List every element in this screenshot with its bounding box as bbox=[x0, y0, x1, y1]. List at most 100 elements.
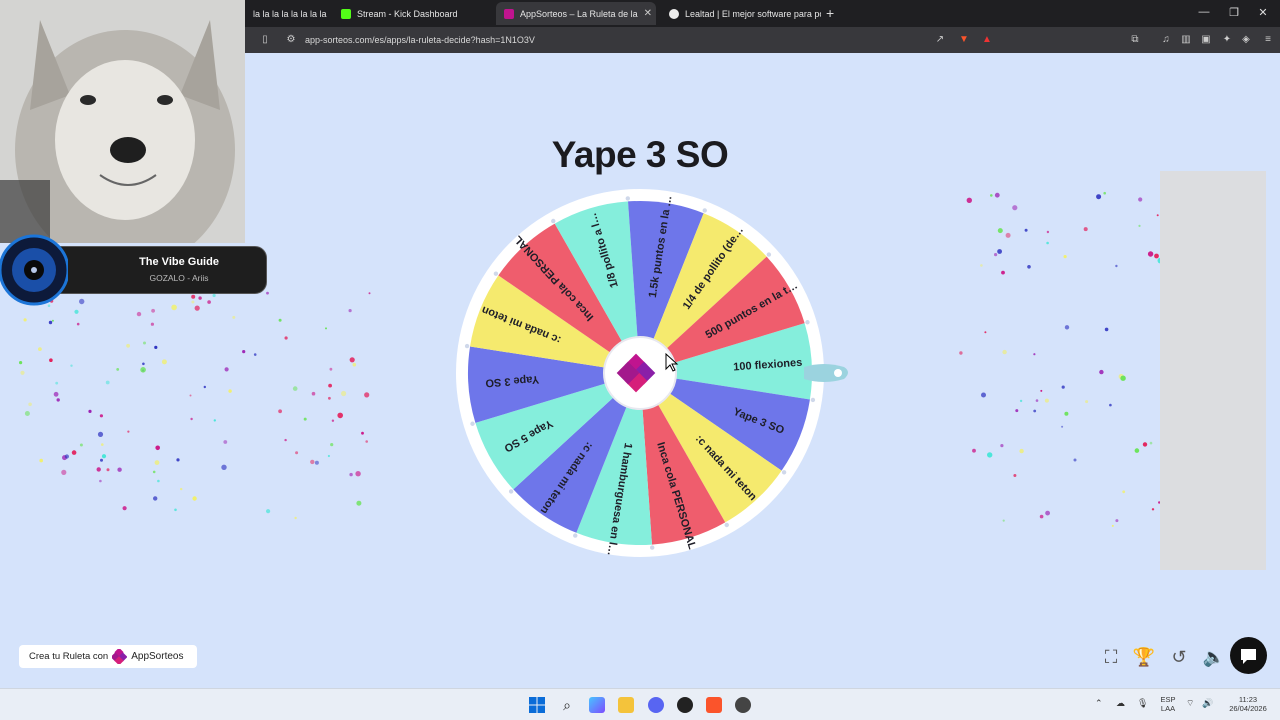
layout-code: LAA bbox=[1160, 704, 1176, 713]
discord-icon[interactable] bbox=[648, 697, 664, 713]
confetti-dot bbox=[959, 351, 963, 355]
confetti-dot bbox=[1111, 524, 1114, 527]
confetti-dot bbox=[174, 508, 177, 512]
confetti-dot bbox=[106, 468, 110, 472]
wifi-icon[interactable]: ⌔ bbox=[1186, 699, 1194, 708]
network-icon[interactable]: ☁ bbox=[1116, 699, 1125, 708]
fullscreen-icon[interactable]: ⛶ bbox=[1099, 645, 1123, 669]
spin-button[interactable] bbox=[603, 336, 677, 410]
confetti-dot bbox=[97, 431, 104, 437]
confetti-dot bbox=[189, 394, 192, 397]
start-icon[interactable] bbox=[529, 697, 545, 713]
confetti-dot bbox=[997, 249, 1002, 254]
wheel-peg bbox=[493, 271, 499, 276]
confetti-dot bbox=[1064, 411, 1069, 416]
chat-button[interactable] bbox=[1230, 637, 1267, 674]
confetti-dot bbox=[49, 358, 53, 363]
confetti-dot bbox=[1027, 265, 1031, 269]
confetti-dot bbox=[284, 438, 287, 442]
confetti-dot bbox=[223, 440, 228, 444]
confetti-dot bbox=[1044, 398, 1049, 403]
wheel-peg bbox=[551, 218, 556, 224]
confetti-dot bbox=[1039, 514, 1044, 519]
wheel-peg bbox=[781, 470, 787, 475]
roulette-wheel[interactable]: 100 flexionesYape 3 SO:c nada mi tetonIn… bbox=[452, 184, 852, 564]
confetti-dot bbox=[150, 322, 154, 326]
confetti-dot bbox=[24, 411, 30, 416]
confetti-dot bbox=[1103, 191, 1106, 195]
side-panel bbox=[1160, 171, 1266, 570]
brand-name: AppSorteos bbox=[131, 651, 184, 662]
confetti-dot bbox=[1005, 232, 1011, 238]
search-icon[interactable]: ⌕ bbox=[559, 697, 575, 713]
confetti-dot bbox=[1149, 441, 1153, 445]
confetti-dot bbox=[71, 450, 77, 455]
windows-taskbar: ⌕ ⌃ ☁ 🎙 ESP LAA ⌔ 🔊 11:23 26/04/2026 bbox=[0, 688, 1280, 720]
wheel-peg bbox=[766, 252, 772, 257]
wheel-peg bbox=[573, 533, 578, 538]
file-explorer-icon[interactable] bbox=[618, 697, 634, 713]
confetti-dot bbox=[228, 389, 232, 393]
confetti-dot bbox=[61, 469, 67, 475]
microphone-icon[interactable]: 🎙 bbox=[1137, 699, 1148, 708]
confetti-dot bbox=[88, 409, 92, 413]
confetti-dot bbox=[232, 315, 236, 319]
song-title: The Vibe Guide bbox=[139, 256, 219, 268]
wheel-peg bbox=[625, 196, 630, 201]
confetti-dot bbox=[105, 380, 110, 385]
confetti-dot bbox=[368, 292, 371, 295]
language-code: ESP bbox=[1160, 695, 1176, 704]
confetti-dot bbox=[1104, 327, 1109, 332]
create-roulette-link[interactable]: Crea tu Ruleta con AppSorteos bbox=[19, 645, 197, 668]
confetti-dot bbox=[192, 496, 197, 501]
volume-icon[interactable]: 🔈 bbox=[1202, 645, 1226, 669]
confetti-dot bbox=[278, 318, 282, 322]
confetti-dot bbox=[1120, 375, 1126, 381]
confetti-dot bbox=[987, 452, 993, 458]
confetti-dot bbox=[1138, 224, 1141, 227]
confetti-dot bbox=[994, 253, 998, 257]
confetti-dot bbox=[1073, 458, 1077, 462]
confetti-dot bbox=[1083, 227, 1088, 232]
confetti-dot bbox=[1147, 251, 1154, 257]
date: 26/04/2026 bbox=[1229, 704, 1267, 713]
chat-icon bbox=[1241, 649, 1256, 664]
confetti-dot bbox=[190, 417, 193, 421]
obs-icon[interactable] bbox=[677, 697, 693, 713]
confetti-dot bbox=[1002, 349, 1007, 355]
confetti-dot bbox=[1033, 409, 1037, 413]
confetti-dot bbox=[79, 443, 83, 447]
app-icon[interactable] bbox=[735, 697, 751, 713]
confetti-dot bbox=[154, 345, 158, 349]
confetti-dot bbox=[284, 336, 288, 340]
confetti-dot bbox=[143, 341, 146, 345]
brave-icon[interactable] bbox=[706, 697, 722, 713]
confetti-dot bbox=[1019, 399, 1023, 403]
confetti-dot bbox=[1099, 369, 1104, 375]
confetti-dot bbox=[176, 458, 180, 462]
clock[interactable]: 11:23 26/04/2026 bbox=[1226, 695, 1270, 713]
confetti-dot bbox=[48, 320, 53, 325]
confetti-dot bbox=[349, 472, 353, 477]
confetti-dot bbox=[39, 458, 43, 463]
tray-chevron-icon[interactable]: ⌃ bbox=[1095, 699, 1103, 708]
copilot-icon[interactable] bbox=[589, 697, 605, 713]
reset-icon[interactable]: ↺ bbox=[1167, 645, 1191, 669]
confetti-dot bbox=[126, 343, 130, 348]
confetti-dot bbox=[329, 367, 333, 371]
confetti-dot bbox=[341, 390, 347, 397]
speaker-icon[interactable]: 🔊 bbox=[1202, 699, 1213, 708]
confetti-dot bbox=[327, 454, 330, 458]
confetti-dot bbox=[1115, 519, 1119, 523]
language-indicator[interactable]: ESP LAA bbox=[1156, 695, 1180, 713]
wheel-peg bbox=[508, 489, 514, 494]
wheel-peg bbox=[805, 320, 810, 325]
confetti-dot bbox=[76, 322, 80, 326]
confetti-dot bbox=[1045, 510, 1050, 516]
confetti-dot bbox=[356, 500, 362, 506]
trophy-icon[interactable]: 🏆 bbox=[1132, 645, 1156, 669]
confetti-dot bbox=[1001, 270, 1005, 275]
confetti-dot bbox=[303, 417, 307, 421]
confetti-dot bbox=[294, 516, 297, 520]
confetti-dot bbox=[154, 460, 160, 465]
